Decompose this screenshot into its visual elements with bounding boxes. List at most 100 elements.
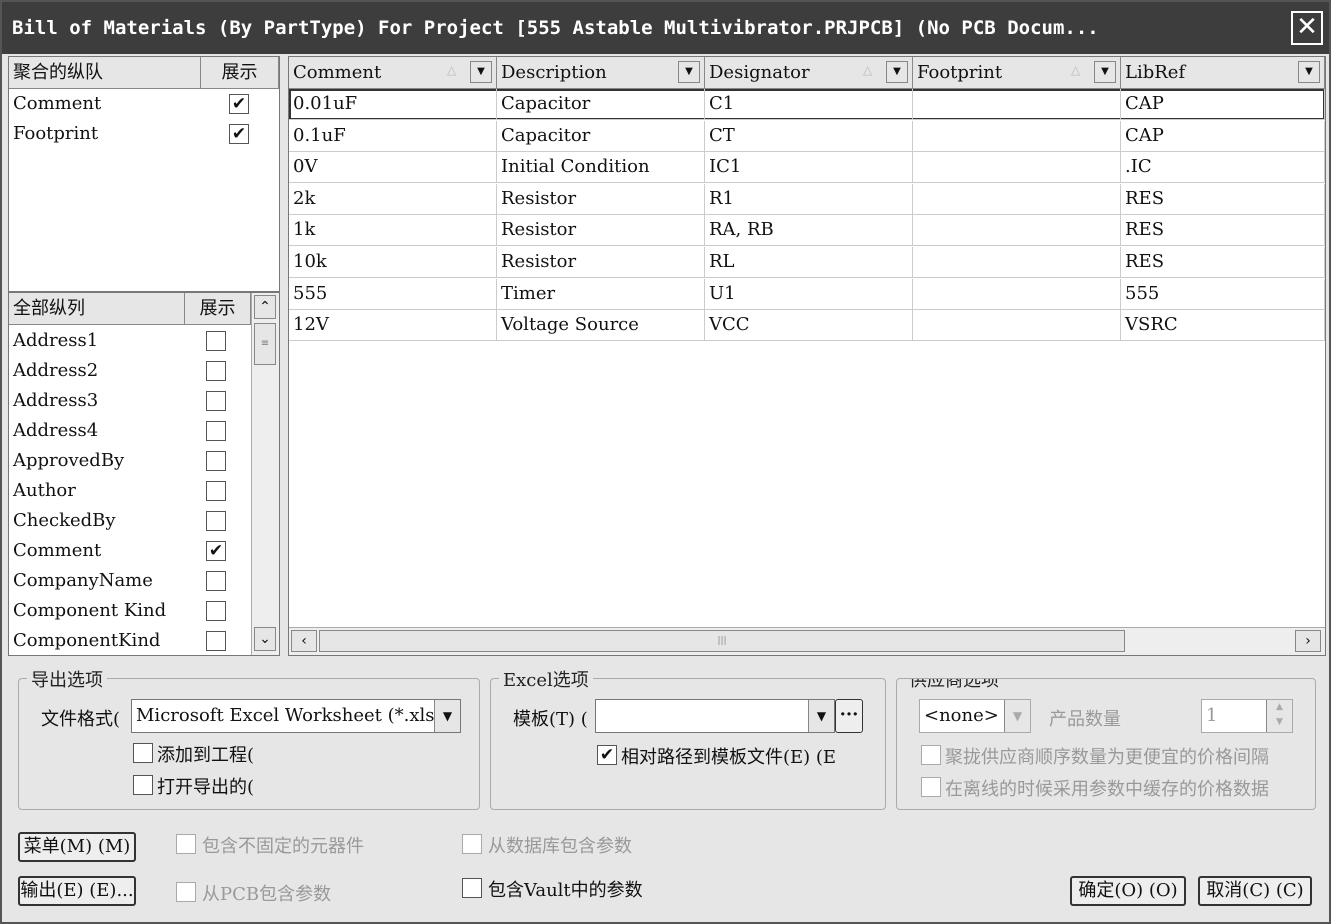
all-column-item[interactable]: ApprovedBy: [13, 446, 124, 476]
filter-dropdown-icon[interactable]: ▼: [886, 61, 908, 83]
column-header-comment[interactable]: Comment: [289, 57, 497, 89]
all-column-item[interactable]: Author: [13, 476, 76, 506]
supplier-options-label: 供应商选项: [905, 679, 1003, 692]
table-row[interactable]: 555 Timer U1 555: [289, 278, 1325, 310]
template-select[interactable]: ▼: [595, 699, 835, 733]
all-show-checkbox[interactable]: [206, 451, 226, 471]
table-cell: R1: [705, 183, 913, 215]
table-row[interactable]: 12V Voltage Source VCC VSRC: [289, 310, 1325, 342]
include-pcb-checkbox[interactable]: [176, 882, 196, 902]
open-exported-checkbox[interactable]: [133, 775, 153, 795]
chevron-down-icon[interactable]: ▼: [1004, 700, 1030, 732]
close-button[interactable]: ✕: [1291, 11, 1323, 45]
chevron-down-icon[interactable]: ▼: [808, 700, 834, 732]
all-show-checkbox[interactable]: [206, 391, 226, 411]
grouped-columns-panel: 聚合的纵队 展示 Comment ✔ Footprint ✔: [8, 56, 280, 292]
supplier-select[interactable]: <none> ▼: [919, 699, 1031, 733]
bom-dialog: Bill of Materials (By PartType) For Proj…: [0, 0, 1331, 924]
column-header-designator[interactable]: Designator: [705, 57, 913, 89]
all-column-item[interactable]: Address1: [13, 326, 98, 356]
grouped-show-checkbox[interactable]: ✔: [229, 94, 249, 114]
filter-dropdown-icon[interactable]: ▼: [678, 61, 700, 83]
all-column-item[interactable]: CheckedBy: [13, 506, 116, 536]
grouped-column-item[interactable]: Footprint: [13, 119, 98, 149]
column-header-description[interactable]: Description: [497, 57, 705, 89]
filter-dropdown-icon[interactable]: ▼: [470, 61, 492, 83]
table-row[interactable]: 10k Resistor RL RES: [289, 247, 1325, 278]
column-header-libref[interactable]: LibRef: [1121, 57, 1325, 89]
table-cell: 0.1uF: [289, 120, 497, 152]
product-qty-input[interactable]: 1 ▲ ▼: [1201, 699, 1293, 733]
product-qty-value: 1: [1206, 705, 1218, 726]
template-label: 模板(T) (: [513, 709, 588, 730]
all-show-checkbox[interactable]: [206, 421, 226, 441]
all-column-item[interactable]: ComponentKind: [13, 626, 160, 656]
file-format-select[interactable]: Microsoft Excel Worksheet (*.xls) ▼: [131, 699, 461, 733]
filter-dropdown-icon[interactable]: ▼: [1094, 61, 1116, 83]
all-column-item[interactable]: Component Kind: [13, 596, 166, 626]
bom-grid: Comment △ ▼ Description ▼ Designator △ ▼ Footpri…: [288, 56, 1326, 656]
browse-template-button[interactable]: ···: [835, 699, 863, 733]
scroll-thumb[interactable]: ≡: [254, 323, 276, 365]
table-row[interactable]: 2k Resistor R1 RES: [289, 183, 1325, 215]
all-column-item[interactable]: Address4: [13, 416, 98, 446]
all-column-item[interactable]: Comment: [13, 536, 101, 566]
all-col-header[interactable]: 全部纵列: [9, 293, 185, 325]
table-cell: Initial Condition: [497, 152, 705, 184]
table-cell: VSRC: [1121, 310, 1325, 342]
spinner-icon[interactable]: ▲ ▼: [1266, 700, 1292, 732]
column-header-footprint[interactable]: Footprint: [913, 57, 1121, 89]
include-unfixed-checkbox[interactable]: [176, 834, 196, 854]
all-column-item[interactable]: Address3: [13, 386, 98, 416]
grouped-col-header[interactable]: 聚合的纵队: [9, 57, 201, 89]
all-show-checkbox[interactable]: ✔: [206, 541, 226, 561]
all-show-checkbox[interactable]: [206, 331, 226, 351]
scroll-up-icon[interactable]: ⌃: [254, 295, 276, 319]
all-column-item[interactable]: Address2: [13, 356, 98, 386]
scroll-down-icon[interactable]: ⌄: [254, 627, 276, 651]
grouped-show-checkbox[interactable]: ✔: [229, 124, 249, 144]
offline-cache-label: 在离线的时候采用参数中缓存的价格数据: [945, 779, 1269, 800]
include-vault-checkbox[interactable]: [462, 878, 482, 898]
cancel-button[interactable]: 取消(C) (C): [1198, 876, 1312, 906]
relative-path-checkbox[interactable]: ✔: [597, 745, 617, 765]
file-format-value: Microsoft Excel Worksheet (*.xls): [136, 705, 442, 726]
menu-button[interactable]: 菜单(M) (M): [18, 832, 136, 862]
chevron-down-icon[interactable]: ▼: [434, 700, 460, 732]
include-vault-label: 包含Vault中的参数: [488, 880, 643, 901]
table-row[interactable]: 0.1uF Capacitor CT CAP: [289, 120, 1325, 152]
all-show-header[interactable]: 展示: [185, 293, 251, 325]
price-break-checkbox[interactable]: [921, 745, 941, 765]
all-show-checkbox[interactable]: [206, 571, 226, 591]
table-row[interactable]: 1k Resistor RA, RB RES: [289, 215, 1325, 247]
table-row[interactable]: 0.01uF Capacitor C1 CAP: [289, 89, 1325, 120]
grouped-show-header[interactable]: 展示: [201, 57, 279, 89]
all-show-checkbox[interactable]: [206, 481, 226, 501]
offline-cache-checkbox[interactable]: [921, 777, 941, 797]
include-db-checkbox[interactable]: [462, 834, 482, 854]
grid-h-scrollbar[interactable]: ‹ ||| ›: [289, 627, 1325, 655]
window-title: Bill of Materials (By PartType) For Proj…: [12, 17, 1099, 39]
ok-button[interactable]: 确定(O) (O): [1070, 876, 1186, 906]
table-cell: 1k: [289, 215, 497, 247]
table-cell: RES: [1121, 247, 1325, 278]
table-cell: [913, 183, 1121, 215]
all-columns-scrollbar[interactable]: ⌃ ≡ ⌄: [251, 293, 279, 655]
table-cell: .IC: [1121, 152, 1325, 184]
all-show-checkbox[interactable]: [206, 601, 226, 621]
all-column-item[interactable]: CompanyName: [13, 566, 153, 596]
add-to-project-checkbox[interactable]: [133, 743, 153, 763]
table-row[interactable]: 0V Initial Condition IC1 .IC: [289, 152, 1325, 184]
scroll-left-icon[interactable]: ‹: [291, 630, 317, 652]
all-show-checkbox[interactable]: [206, 631, 226, 651]
table-cell: 10k: [289, 247, 497, 278]
filter-dropdown-icon[interactable]: ▼: [1298, 61, 1320, 83]
table-cell: 0.01uF: [289, 89, 497, 120]
scroll-right-icon[interactable]: ›: [1295, 630, 1321, 652]
all-show-checkbox[interactable]: [206, 511, 226, 531]
all-show-checkbox[interactable]: [206, 361, 226, 381]
export-button[interactable]: 输出(E) (E)...: [18, 876, 136, 906]
grouped-column-item[interactable]: Comment: [13, 89, 101, 119]
h-scroll-thumb[interactable]: |||: [319, 630, 1125, 652]
sort-arrow-icon: △: [447, 63, 457, 77]
